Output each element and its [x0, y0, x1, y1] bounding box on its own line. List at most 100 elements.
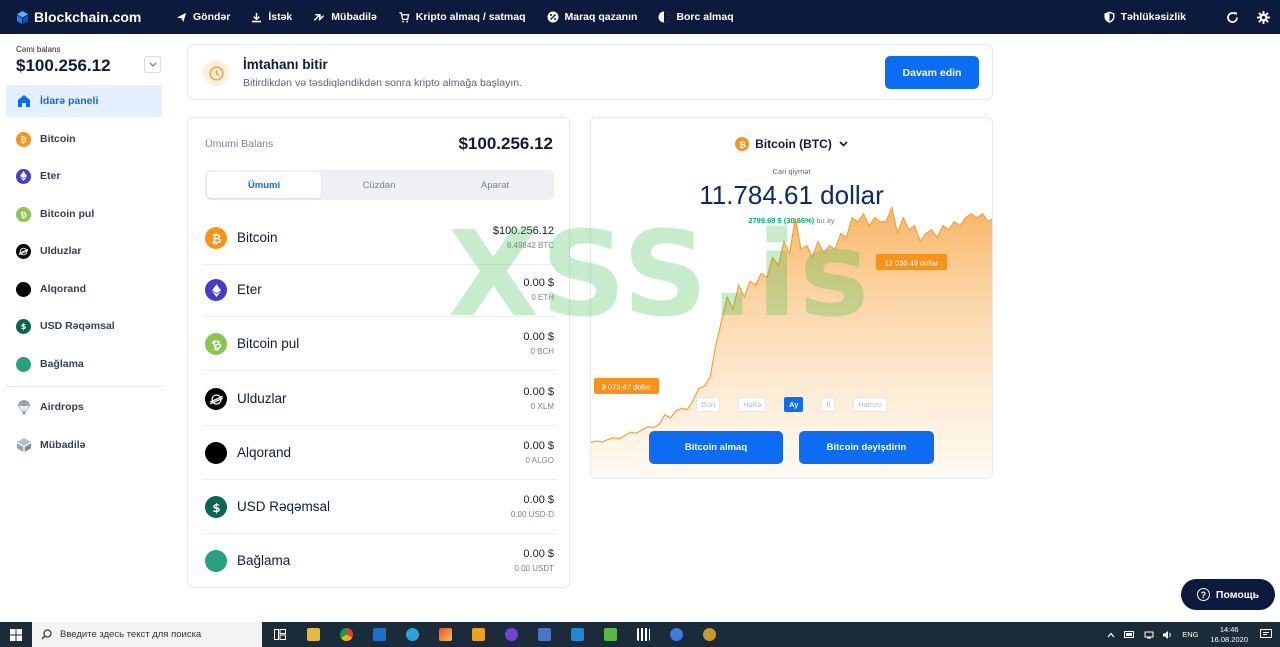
taskbar-app-4[interactable] — [532, 622, 556, 647]
taskbar-app-5[interactable] — [598, 622, 622, 647]
battery-icon[interactable] — [1124, 631, 1135, 638]
taskbar-app-7[interactable] — [664, 622, 688, 647]
help-button[interactable]: ? Помощь — [1181, 579, 1275, 610]
security-link[interactable]: Təhlükəsizlik — [1104, 11, 1186, 23]
sidebar-item-tether[interactable]: Bağlama — [6, 348, 162, 380]
sidebar-item-label: USD Rəqəmsal — [40, 320, 115, 332]
taskbar-chrome[interactable] — [334, 622, 358, 647]
range-year[interactable]: İl — [821, 397, 836, 412]
taskbar-app-3[interactable] — [499, 622, 523, 647]
nav-request[interactable]: İstək — [251, 11, 292, 23]
nav-send[interactable]: Göndər — [176, 11, 230, 23]
start-button[interactable] — [0, 622, 32, 647]
portfolio-tabs: Ümumi Cüzdan Aparat — [205, 170, 554, 200]
sidebar-item-ether[interactable]: Eter — [6, 160, 162, 192]
windows-logo-icon — [10, 628, 22, 641]
asset-name: USD Rəqəmsal — [237, 499, 331, 514]
asset-row-tether[interactable]: Bağlama 0.00 $ 0.00 USDT — [203, 534, 556, 588]
shield-icon — [1104, 11, 1115, 23]
taskbar-file-explorer[interactable] — [301, 622, 325, 647]
borrow-icon — [658, 11, 670, 23]
settings-button[interactable] — [1257, 10, 1270, 24]
portfolio-balance-label: Ümumi Balans — [205, 138, 274, 150]
tab-hardware[interactable]: Aparat — [438, 172, 552, 198]
interest-icon — [547, 11, 558, 23]
sidebar-item-algorand[interactable]: Alqorand — [6, 273, 162, 305]
asset-fiat-value: 0.00 $ — [523, 331, 554, 343]
continue-button[interactable]: Davam edin — [885, 56, 979, 89]
clock-time: 14:46 — [1219, 624, 1239, 634]
coin-selector[interactable]: ₿ Bitcoin (BTC) — [591, 137, 992, 151]
low-price-label: 9 073.47 dollar — [602, 383, 652, 392]
taskbar-apps — [268, 622, 730, 647]
range-day[interactable]: Gün — [696, 397, 721, 412]
notifications-icon[interactable] — [1260, 629, 1272, 640]
tab-wallet[interactable]: Cüzdan — [322, 172, 436, 198]
sidebar-item-dashboard[interactable]: İdarə paneli — [6, 85, 162, 117]
asset-row-algorand[interactable]: Alqorand 0.00 $ 0 ALGO — [203, 426, 556, 480]
sidebar-item-bitcoin-cash[interactable]: ₿ Bitcoin pul — [6, 198, 162, 230]
cart-icon — [399, 11, 410, 23]
taskbar-app-1[interactable] — [433, 622, 457, 647]
time-range-selector: Gün Həftə Ay İl Hamısı — [591, 397, 992, 412]
exam-banner: İmtahanı bitir Bitirdikdən və təsdiqlənd… — [187, 44, 993, 100]
asset-name: Bağlama — [237, 553, 291, 568]
taskbar-telegram[interactable] — [400, 622, 424, 647]
refresh-button[interactable] — [1226, 11, 1239, 24]
taskbar-vscode[interactable] — [565, 622, 589, 647]
taskbar-app-2[interactable] — [466, 622, 490, 647]
coin-selector-label: Bitcoin (BTC) — [755, 137, 832, 151]
balance-toggle-button[interactable] — [144, 56, 161, 73]
asset-name: Ulduzlar — [237, 391, 287, 406]
asset-row-usd-digital[interactable]: $ USD Rəqəmsal 0.00 $ 0.00 USD-D — [203, 480, 556, 534]
sidebar-item-label: Alqorand — [40, 283, 87, 295]
taskbar-mail[interactable] — [367, 622, 391, 647]
taskbar-app-6[interactable] — [631, 622, 655, 647]
volume-icon[interactable] — [1163, 630, 1173, 639]
asset-row-ether[interactable]: Eter 0.00 $ 0 ETH — [203, 263, 556, 317]
tab-total[interactable]: Ümumi — [207, 172, 321, 198]
taskbar-search-input[interactable]: Введите здесь текст для поиска — [32, 622, 262, 647]
asset-row-bitcoin[interactable]: ₿ Bitcoin $100.256.12 8.49842 BTC — [203, 211, 556, 265]
asset-crypto-value: 0 ETH — [531, 293, 554, 302]
windows-taskbar: Введите здесь текст для поиска ENG 14:46… — [0, 622, 1280, 647]
swap-bitcoin-button[interactable]: Bitcoin dəyişdirin — [799, 431, 934, 464]
usd-digital-icon: $ — [16, 318, 31, 334]
sidebar-item-usd-digital[interactable]: $ USD Rəqəmsal — [6, 310, 162, 342]
clock[interactable]: 14:46 16.08.2020 — [1210, 625, 1248, 645]
blockchain-logo-icon — [16, 10, 29, 24]
nav-swap[interactable]: Mübadilə — [313, 11, 377, 23]
sidebar-item-airdrops[interactable]: Airdrops — [6, 391, 162, 423]
nav-interest[interactable]: Maraq qazanın — [547, 11, 637, 23]
taskbar-app-8[interactable] — [697, 622, 721, 647]
high-price-tag: 12 030.49 dollar — [876, 254, 947, 270]
refresh-icon — [1227, 11, 1238, 23]
bitcoin-icon: ₿ — [205, 227, 227, 249]
request-icon — [252, 12, 262, 22]
sidebar-divider — [6, 386, 163, 387]
svg-text:$: $ — [21, 321, 27, 331]
range-all[interactable]: Hamısı — [853, 397, 887, 412]
app-icon — [702, 628, 716, 641]
sidebar-item-exchange[interactable]: Mübadilə — [6, 429, 162, 461]
top-navigation-bar: Blockchain.com Göndər İstək Mübadilə Kri… — [0, 0, 1280, 34]
usd-digital-icon: $ — [205, 496, 227, 518]
svg-text:₿: ₿ — [20, 135, 27, 144]
sidebar-item-stellar[interactable]: Ulduzlar — [6, 235, 162, 267]
brand-logo[interactable]: Blockchain.com — [16, 9, 176, 25]
app-icon — [537, 628, 551, 641]
language-indicator[interactable]: ENG — [1182, 630, 1198, 639]
asset-row-bitcoin-cash[interactable]: ₿ Bitcoin pul 0.00 $ 0 BCH — [203, 317, 556, 371]
chevron-down-icon — [839, 141, 848, 147]
network-icon[interactable] — [1144, 631, 1154, 639]
range-month[interactable]: Ay — [784, 397, 804, 412]
nav-buy-sell[interactable]: Kripto almaq / satmaq — [398, 11, 526, 23]
buy-bitcoin-button[interactable]: Bitcoin almaq — [649, 431, 783, 464]
range-week[interactable]: Həftə — [738, 397, 767, 412]
app-icon — [636, 628, 650, 641]
asset-row-stellar[interactable]: Ulduzlar 0.00 $ 0 XLM — [203, 372, 556, 426]
nav-borrow[interactable]: Borc almaq — [658, 11, 734, 23]
tray-chevron-up-icon[interactable] — [1107, 632, 1115, 638]
task-view-button[interactable] — [268, 622, 292, 647]
sidebar-item-bitcoin[interactable]: ₿ Bitcoin — [6, 123, 162, 155]
